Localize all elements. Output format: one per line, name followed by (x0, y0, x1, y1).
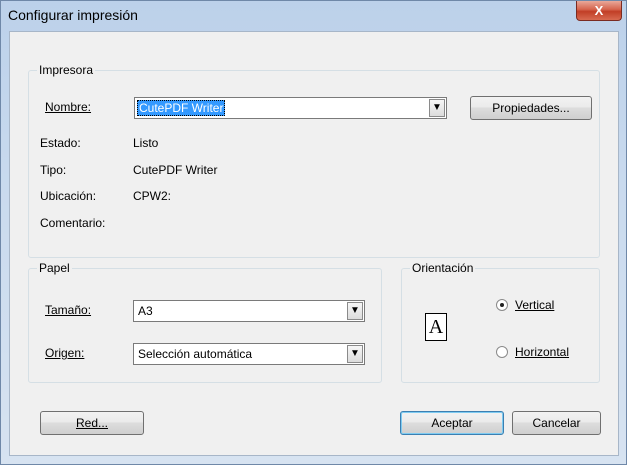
printer-group: Impresora Nombre: CutePDF Writer ▼ Propi… (28, 63, 600, 258)
location-value: CPW2: (133, 189, 172, 203)
orientation-group: Orientación A Vertical Horizontal (401, 261, 600, 383)
paper-group: Papel Tamaño: A3 ▼ Origen: Selección aut… (28, 261, 382, 383)
horizontal-radio[interactable] (496, 346, 508, 358)
chevron-down-icon[interactable]: ▼ (347, 345, 363, 363)
status-value: Listo (133, 136, 159, 150)
chevron-down-icon[interactable]: ▼ (347, 302, 363, 320)
horizontal-label[interactable]: Horizontal (515, 345, 569, 359)
cancel-button[interactable]: Cancelar (512, 411, 601, 435)
network-button[interactable]: Red... (40, 411, 144, 435)
printer-name-value: CutePDF Writer (137, 100, 226, 116)
type-label: Tipo: (40, 163, 67, 177)
paper-source-value: Selección automática (138, 347, 253, 361)
radio-selected-dot (500, 303, 504, 307)
close-icon: X (594, 3, 604, 18)
properties-button[interactable]: Propiedades... (470, 96, 592, 120)
location-label: Ubicación: (40, 189, 97, 203)
vertical-label[interactable]: Vertical (515, 298, 554, 312)
network-button-label: Red... (75, 416, 108, 430)
orientation-icon-letter: A (428, 316, 444, 338)
printer-name-label: Nombre: (45, 100, 92, 114)
title-bar[interactable]: Configurar impresión X (1, 1, 626, 31)
paper-group-title: Papel (37, 261, 72, 275)
paper-size-label: Tamaño: (45, 303, 92, 317)
dialog-body: Impresora Nombre: CutePDF Writer ▼ Propi… (9, 31, 619, 456)
ok-button[interactable]: Aceptar (400, 411, 504, 435)
type-value: CutePDF Writer (133, 163, 218, 177)
comment-label: Comentario: (40, 216, 106, 230)
window-title: Configurar impresión (8, 7, 138, 23)
printer-group-title: Impresora (37, 63, 96, 77)
orientation-group-title: Orientación (410, 261, 476, 275)
portrait-page-icon: A (425, 313, 447, 341)
printer-name-select[interactable]: CutePDF Writer ▼ (134, 97, 447, 119)
paper-size-value: A3 (138, 304, 153, 318)
paper-source-label: Origen: (45, 346, 85, 360)
status-label: Estado: (40, 136, 81, 150)
paper-size-select[interactable]: A3 ▼ (133, 300, 365, 322)
paper-source-select[interactable]: Selección automática ▼ (133, 343, 365, 365)
print-setup-dialog: Configurar impresión X Impresora Nombre:… (0, 0, 627, 465)
vertical-radio[interactable] (496, 299, 508, 311)
close-button[interactable]: X (576, 1, 622, 21)
chevron-down-icon[interactable]: ▼ (429, 99, 445, 117)
